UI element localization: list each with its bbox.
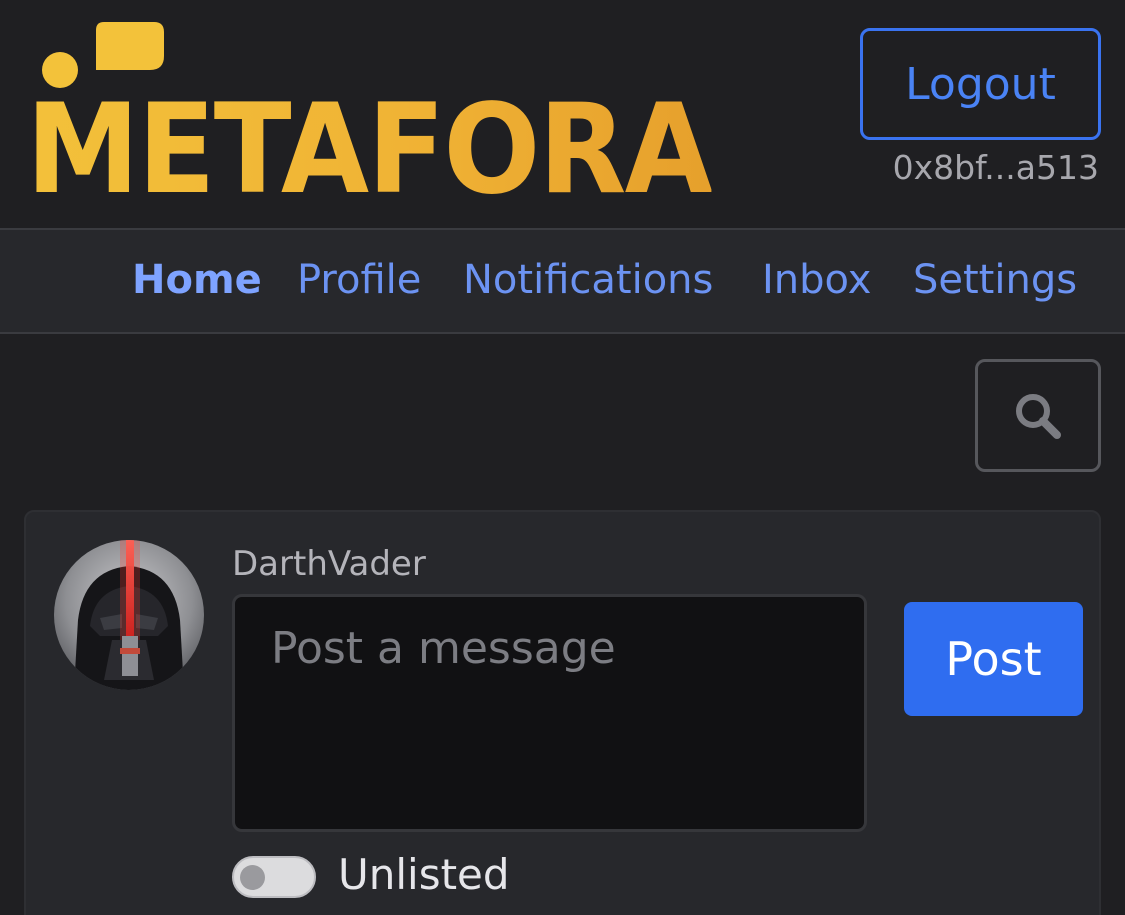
composer-username: DarthVader [232,544,426,584]
unlisted-label: Unlisted [338,850,510,899]
search-button[interactable] [975,359,1101,472]
metafora-logo[interactable]: METAFORA [22,16,713,212]
darth-vader-avatar-image [54,540,204,690]
nav-item-profile[interactable]: Profile [297,254,421,306]
header: METAFORA Logout 0x8bf...a513 [0,0,1125,228]
nav-item-inbox[interactable]: Inbox [762,254,871,306]
wallet-address: 0x8bf...a513 [892,148,1099,187]
post-button[interactable]: Post [904,602,1083,716]
post-message-input[interactable] [232,594,867,832]
search-icon [1016,393,1061,439]
avatar[interactable] [54,540,204,690]
nav-item-settings[interactable]: Settings [913,254,1077,306]
nav-item-home[interactable]: Home [132,254,262,306]
nav-item-notifications[interactable]: Notifications [463,254,713,306]
main-nav: Home Profile Notifications Inbox Setting… [0,228,1125,334]
logout-button[interactable]: Logout [860,28,1101,140]
logo-wordmark: METAFORA [26,78,713,222]
unlisted-toggle[interactable] [232,856,316,898]
toggle-knob [240,865,265,890]
